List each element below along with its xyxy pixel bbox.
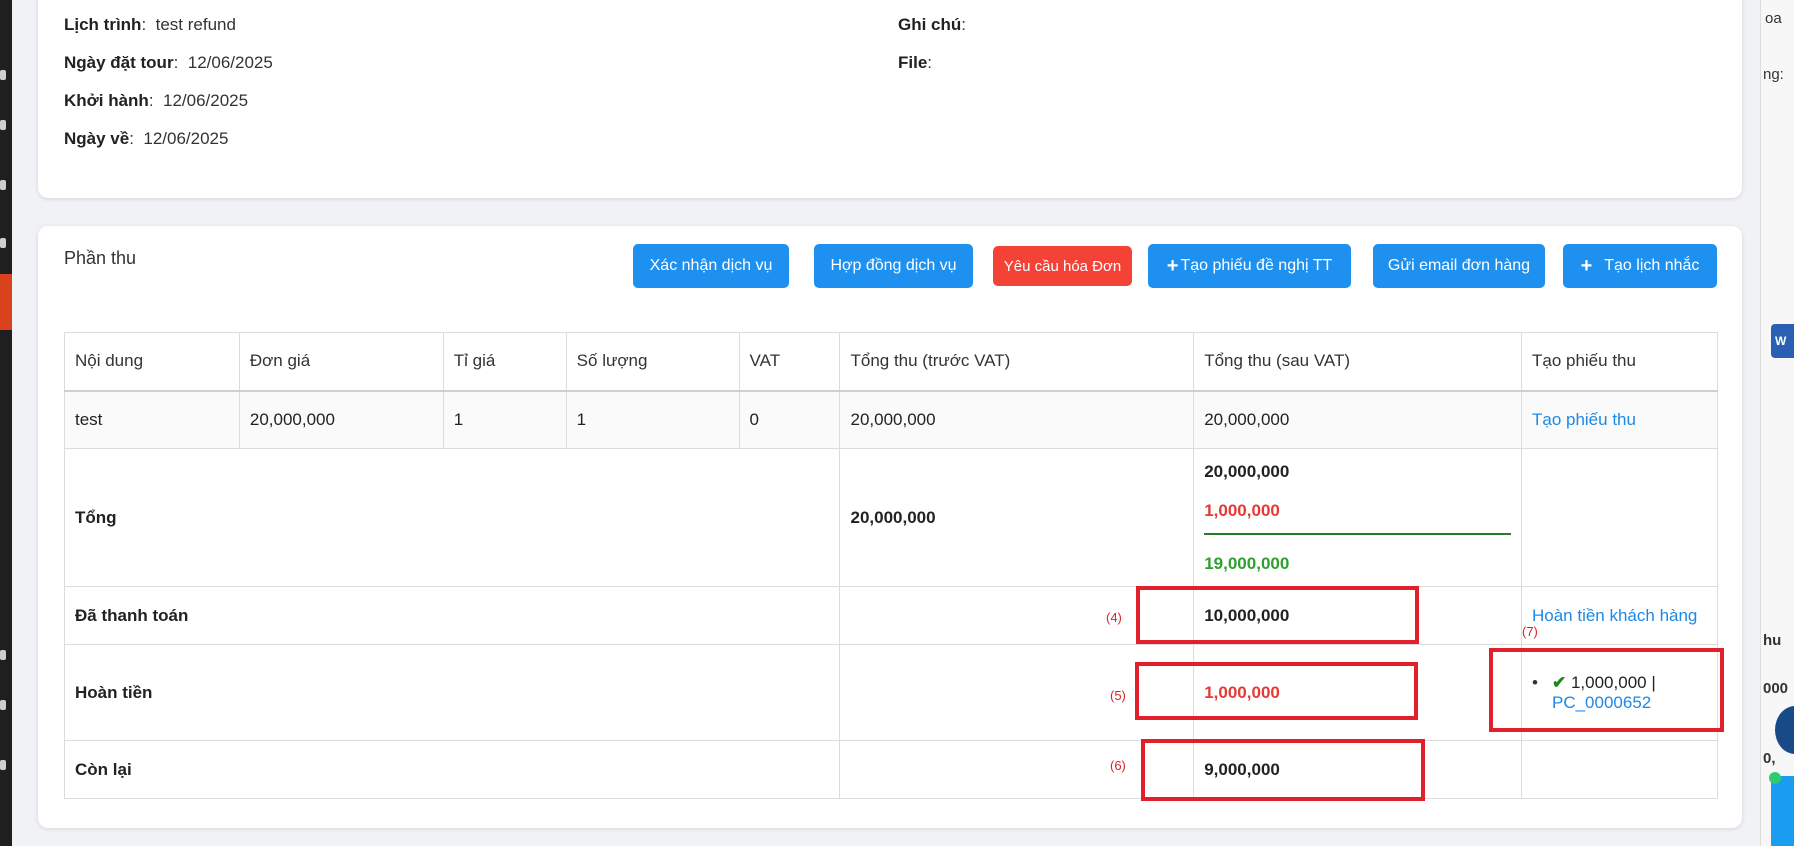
note-row: Ghi chú: [898,15,967,34]
item-unit-price: 20,000,000 [238,390,444,449]
right-overlay-panel: oa ng: W hu 000 0, [1760,0,1794,846]
return-date-value: 12/06/2025 [143,129,229,148]
right-panel-text: oa [1765,10,1782,27]
paid-row: Đã thanh toán 10,000,000 Hoàn tiền khách… [63,586,1719,645]
create-payment-request-button[interactable]: + Tạo phiếu đề nghị TT [1148,244,1351,288]
annotation-box-7 [1489,648,1724,732]
sidebar-icon[interactable] [0,180,6,190]
chat-bubble-icon[interactable] [1775,706,1794,754]
chat-widget-button[interactable] [1771,776,1794,846]
column-header: Đơn giá [238,332,444,392]
receipts-card: Phần thu Xác nhận dịch vụ Hợp đồng dịch … [38,226,1742,828]
departure-label: Khởi hành [64,91,149,110]
item-rate: 1 [442,390,567,449]
column-header: VAT [738,332,841,392]
note-label: Ghi chú [898,15,962,34]
annotation-label-7: (7) [1522,624,1538,639]
right-panel-text: 000 [1763,680,1789,697]
column-header: Tổng thu (sau VAT) [1193,332,1522,392]
departure-value: 12/06/2025 [162,91,249,110]
annotation-box-4 [1136,586,1419,644]
word-file-icon[interactable]: W [1771,324,1794,358]
total-before-vat: 20,000,000 [839,448,1195,587]
total-breakdown: 20,000,000 1,000,000 19,000,000 [1204,463,1511,572]
section-title: Phần thu [64,248,137,268]
refund-customer-link[interactable]: Hoàn tiền khách hàng [1532,606,1697,625]
left-sidebar [0,0,12,846]
plus-icon: + [1166,254,1179,277]
booking-date-value: 12/06/2025 [187,53,273,72]
item-total-after-vat: 20,000,000 [1193,390,1522,449]
annotation-box-5 [1135,662,1418,720]
request-invoice-button[interactable]: Yêu cầu hóa Đơn [993,246,1132,286]
booking-date-row: Ngày đặt tour: 12/06/2025 [64,53,273,72]
create-reminder-label: Tạo lịch nhắc [1604,257,1700,274]
item-quantity: 1 [565,390,740,449]
file-row: File: [898,53,933,72]
table-header-row: Nội dung Đơn giá Tỉ giá Số lượng VAT Tổn… [64,332,1719,392]
create-reminder-button[interactable]: + Tạo lịch nhắc [1563,244,1717,288]
itinerary-value: test refund [155,15,236,34]
online-status-icon [1769,772,1781,784]
itinerary-row: Lịch trình: test refund [64,15,236,34]
sidebar-icon[interactable] [0,70,6,80]
annotation-label-6: (6) [1110,758,1126,773]
remaining-row: Còn lại 9,000,000 [63,740,1719,799]
return-date-label: Ngày về [64,129,130,148]
sidebar-icon[interactable] [0,120,6,130]
total-row: Tổng 20,000,000 20,000,000 1,000,000 19,… [63,448,1719,587]
file-label: File [898,53,928,72]
total-discount: 1,000,000 [1204,502,1511,535]
annotation-label-5: (5) [1110,688,1126,703]
plus-icon: + [1580,254,1593,277]
column-header: Nội dung [64,332,240,392]
return-date-row: Ngày về: 12/06/2025 [64,129,229,148]
item-content: test [64,390,240,449]
item-vat: 0 [738,390,841,449]
send-order-email-button[interactable]: Gửi email đơn hàng [1373,244,1545,288]
right-panel-text: hu [1763,632,1782,649]
right-panel-text: ng: [1763,66,1784,83]
refund-label: Hoàn tiền [63,644,841,741]
create-receipt-link[interactable]: Tạo phiếu thu [1532,410,1636,429]
sidebar-icon[interactable] [0,760,6,770]
tour-info-card: Lịch trình: test refund Ngày đặt tour: 1… [38,0,1742,198]
confirm-service-button[interactable]: Xác nhận dịch vụ [633,244,789,288]
booking-date-label: Ngày đặt tour [64,53,174,72]
itinerary-label: Lịch trình [64,15,142,34]
column-header: Tạo phiếu thu [1520,332,1719,392]
column-header: Tổng thu (trước VAT) [839,332,1195,392]
annotation-label-4: (4) [1106,610,1122,625]
sidebar-active-item[interactable] [0,274,12,330]
total-label: Tổng [63,448,841,587]
total-net: 19,000,000 [1204,554,1290,573]
total-after-vat: 20,000,000 [1204,462,1290,481]
create-payment-request-label: Tạo phiếu đề nghị TT [1180,257,1333,274]
sidebar-icon[interactable] [0,700,6,710]
column-header: Tỉ giá [442,332,567,392]
paid-label: Đã thanh toán [63,586,841,645]
departure-row: Khởi hành: 12/06/2025 [64,91,249,110]
sidebar-icon[interactable] [0,650,6,660]
service-contract-button[interactable]: Hợp đồng dịch vụ [814,244,973,288]
table-row: test 20,000,000 1 1 0 20,000,000 20,000,… [64,390,1719,449]
annotation-box-6 [1141,739,1425,801]
sidebar-icon[interactable] [0,238,6,248]
column-header: Số lượng [565,332,740,392]
receipts-table: Nội dung Đơn giá Tỉ giá Số lượng VAT Tổn… [63,332,1719,799]
remaining-label: Còn lại [63,740,841,799]
refund-row: Hoàn tiền 1,000,000 ✔ 1,000,000 | PC_000… [63,644,1719,741]
item-total-before-vat: 20,000,000 [839,390,1195,449]
right-panel-text: 0, [1763,750,1776,767]
